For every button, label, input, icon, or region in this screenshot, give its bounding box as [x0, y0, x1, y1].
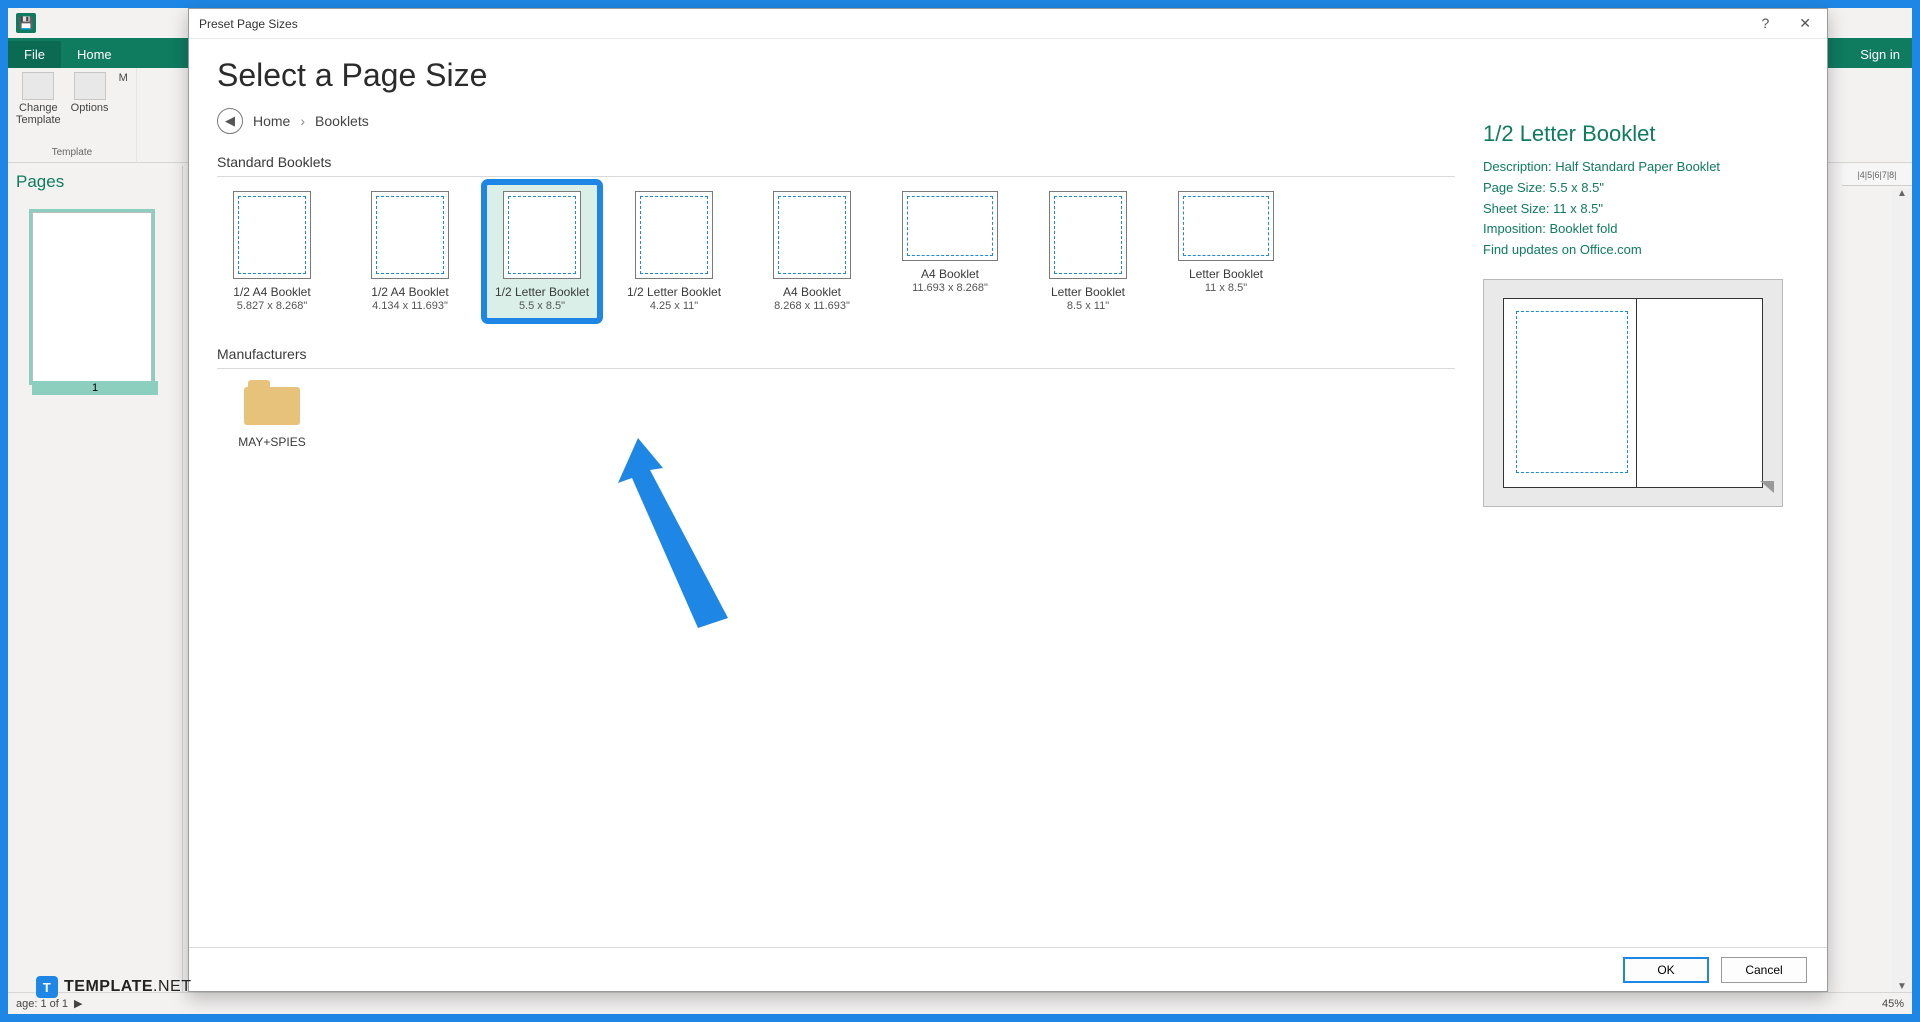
booklet-name: 1/2 A4 Booklet: [233, 285, 310, 300]
preview-booklet-icon: [1503, 298, 1763, 488]
booklet-thumb-icon: [1049, 191, 1127, 279]
pages-panel-title: Pages: [8, 166, 182, 198]
change-template-icon: [22, 72, 54, 100]
booklet-option[interactable]: Letter Booklet11 x 8.5": [1171, 191, 1281, 312]
booklet-name: Letter Booklet: [1051, 285, 1125, 300]
section-manufacturers: Manufacturers: [217, 336, 1455, 369]
booklet-option[interactable]: Letter Booklet8.5 x 11": [1033, 191, 1143, 312]
dialog-footer: OK Cancel: [189, 947, 1827, 991]
booklet-dimensions: 4.25 x 11": [650, 300, 698, 312]
detail-imposition: Imposition: Booklet fold: [1483, 219, 1799, 240]
status-bar: age: 1 of 1 ▶ 45%: [8, 992, 1912, 1014]
booklet-name: 1/2 A4 Booklet: [371, 285, 448, 300]
pages-panel: Pages 1: [8, 166, 183, 992]
booklet-dimensions: 11 x 8.5": [1205, 282, 1247, 294]
scroll-down-icon[interactable]: ▼: [1897, 981, 1907, 992]
page-size-preview: [1483, 279, 1783, 507]
quick-access-toolbar: 💾: [8, 13, 44, 33]
booklets-list: 1/2 A4 Booklet5.827 x 8.268"1/2 A4 Bookl…: [217, 191, 1455, 312]
help-icon[interactable]: ?: [1755, 15, 1775, 32]
booklet-thumb-icon: [773, 191, 851, 279]
tab-home[interactable]: Home: [61, 41, 128, 68]
booklet-dimensions: 5.5 x 8.5": [519, 300, 565, 312]
watermark-text: TEMPLATE.NET: [64, 978, 191, 996]
detail-page-size: Page Size: 5.5 x 8.5": [1483, 178, 1799, 199]
ribbon-group-label-template: Template: [16, 147, 128, 158]
detail-description: Description: Half Standard Paper Booklet: [1483, 157, 1799, 178]
dialog-heading: Select a Page Size: [217, 57, 1455, 94]
publisher-window: 💾 File Home Sign in Change Template Opti…: [8, 8, 1912, 1014]
booklet-dimensions: 4.134 x 11.693": [372, 300, 448, 312]
cancel-button[interactable]: Cancel: [1721, 957, 1807, 983]
breadcrumb-booklets[interactable]: Booklets: [315, 113, 369, 129]
dialog-title-bar: Preset Page Sizes ? ✕: [189, 9, 1827, 39]
booklet-thumb-icon: [233, 191, 311, 279]
booklet-name: Letter Booklet: [1189, 267, 1263, 282]
page-thumbnail-number: 1: [32, 381, 158, 395]
vertical-scrollbar[interactable]: ▲▼: [1892, 188, 1912, 992]
horizontal-ruler: |4|5|6|7|8|: [1842, 164, 1912, 186]
status-nav-icon[interactable]: ▶: [74, 997, 82, 1010]
change-template-button[interactable]: Change Template: [16, 72, 61, 126]
booklet-thumb-icon: [371, 191, 449, 279]
ribbon-group-template: Change Template Options M Template: [8, 68, 137, 162]
scroll-up-icon[interactable]: ▲: [1897, 188, 1907, 199]
page-thumbnail-1[interactable]: [32, 212, 152, 382]
ribbon-more-label: M: [119, 72, 128, 84]
breadcrumb-home[interactable]: Home: [253, 113, 290, 129]
save-icon[interactable]: 💾: [16, 13, 36, 33]
manufacturers-list: MAY+SPIES: [217, 387, 1455, 449]
booklet-thumb-icon: [503, 191, 581, 279]
booklet-option[interactable]: 1/2 A4 Booklet4.134 x 11.693": [355, 191, 465, 312]
change-template-label: Change Template: [16, 102, 61, 126]
chevron-right-icon: ›: [300, 113, 305, 129]
ribbon-more-button[interactable]: M: [119, 72, 128, 126]
options-button[interactable]: Options: [71, 72, 109, 126]
booklet-name: A4 Booklet: [921, 267, 979, 282]
detail-title: 1/2 Letter Booklet: [1483, 121, 1799, 147]
folder-icon: [244, 387, 300, 425]
watermark: T TEMPLATE.NET: [36, 976, 191, 998]
ok-button[interactable]: OK: [1623, 957, 1709, 983]
booklet-name: A4 Booklet: [783, 285, 841, 300]
detail-sheet-size: Sheet Size: 11 x 8.5": [1483, 199, 1799, 220]
booklet-option[interactable]: 1/2 Letter Booklet4.25 x 11": [619, 191, 729, 312]
tab-file[interactable]: File: [8, 41, 61, 68]
status-page-indicator: age: 1 of 1: [16, 998, 68, 1010]
options-label: Options: [71, 102, 109, 114]
booklet-option[interactable]: 1/2 A4 Booklet5.827 x 8.268": [217, 191, 327, 312]
find-updates-link[interactable]: Find updates on Office.com: [1483, 242, 1642, 257]
booklet-dimensions: 8.5 x 11": [1067, 300, 1109, 312]
booklet-option[interactable]: 1/2 Letter Booklet5.5 x 8.5": [487, 185, 597, 318]
dialog-detail-panel: 1/2 Letter Booklet Description: Half Sta…: [1479, 57, 1799, 947]
booklet-thumb-icon: [902, 191, 998, 261]
dialog-title: Preset Page Sizes: [199, 17, 298, 31]
section-standard-booklets: Standard Booklets: [217, 144, 1455, 177]
booklet-option[interactable]: A4 Booklet8.268 x 11.693": [757, 191, 867, 312]
booklet-thumb-icon: [1178, 191, 1274, 261]
booklet-dimensions: 5.827 x 8.268": [237, 300, 308, 312]
manufacturer-folder[interactable]: MAY+SPIES: [217, 387, 327, 449]
booklet-option[interactable]: A4 Booklet11.693 x 8.268": [895, 191, 1005, 312]
options-icon: [74, 72, 106, 100]
booklet-name: 1/2 Letter Booklet: [627, 285, 721, 300]
preset-page-sizes-dialog: Preset Page Sizes ? ✕ Select a Page Size…: [188, 8, 1828, 992]
breadcrumb-back-icon[interactable]: ◀: [217, 108, 243, 134]
close-icon[interactable]: ✕: [1793, 15, 1817, 32]
zoom-value: 45%: [1882, 998, 1904, 1010]
dialog-main: Select a Page Size ◀ Home › Booklets Sta…: [217, 57, 1479, 947]
booklet-dimensions: 8.268 x 11.693": [774, 300, 850, 312]
booklet-name: 1/2 Letter Booklet: [495, 285, 589, 300]
breadcrumb: ◀ Home › Booklets: [217, 108, 1455, 134]
booklet-thumb-icon: [635, 191, 713, 279]
sign-in-link[interactable]: Sign in: [1848, 41, 1912, 68]
booklet-dimensions: 11.693 x 8.268": [912, 282, 988, 294]
watermark-badge-icon: T: [36, 976, 58, 998]
manufacturer-name: MAY+SPIES: [238, 435, 305, 449]
